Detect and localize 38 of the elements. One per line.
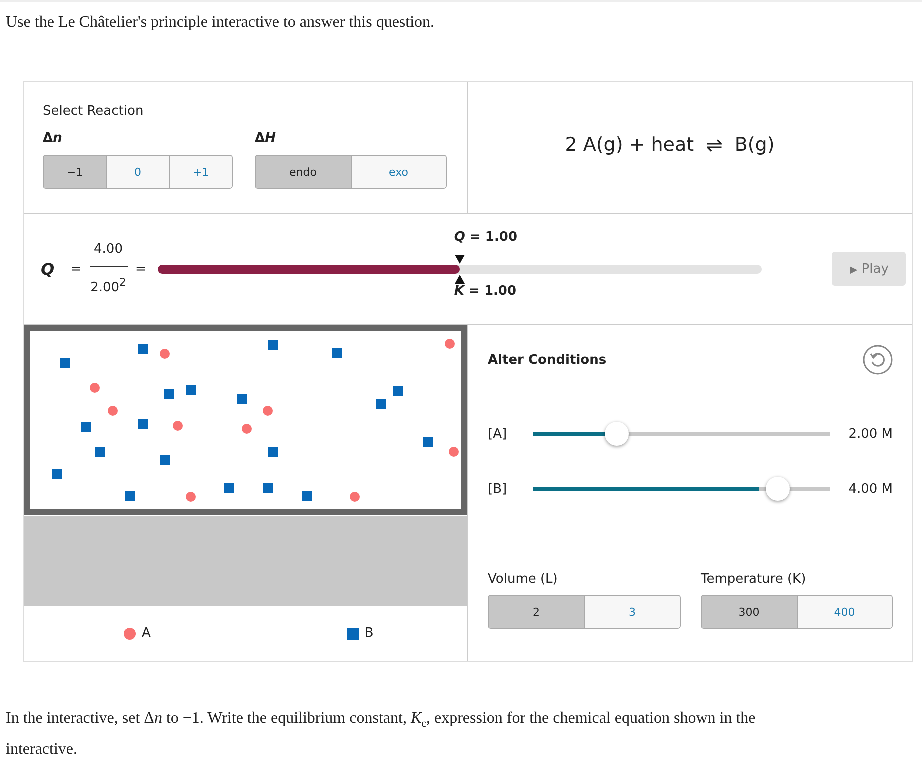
option-button[interactable]: endo (256, 156, 350, 188)
slider-reading: 2.00 M (848, 426, 893, 442)
slider-reading: 4.00 M (848, 482, 893, 496)
numerator: 4.00 (94, 242, 123, 258)
option-button[interactable]: 2 (489, 596, 584, 628)
option-button[interactable]: 3 (584, 596, 680, 628)
equals-sign: = (70, 262, 82, 276)
question-text: In the interactive, set Δn to −1. Write the equilibrium constant, K$_{c}$, expression for the chemical equation shown in the interactive. (6, 709, 757, 757)
option-button[interactable]: 0 (106, 156, 169, 188)
k-value: K = 1.00 (454, 284, 517, 298)
group-label: ΔH (255, 131, 277, 148)
legend-label: B (364, 626, 374, 641)
option-button[interactable]: exo (350, 156, 446, 188)
up-triangle-icon (455, 274, 466, 284)
legend-label: A (142, 626, 151, 641)
q-symbol: Q (41, 260, 55, 278)
instruction-text: Use the Le Châtelier's principle interactive to answer this question. (6, 14, 436, 32)
section-title: Select Reaction (43, 104, 145, 119)
group-label: Temperature (K) (701, 572, 808, 587)
option-button[interactable]: +1 (169, 156, 232, 188)
slider-label: [A] (488, 426, 508, 442)
reset-icon[interactable] (863, 345, 893, 375)
option-button[interactable]: 400 (796, 596, 892, 628)
option-button[interactable]: 300 (702, 596, 796, 628)
down-triangle-icon (455, 254, 466, 264)
equation-text: B(g) (734, 134, 775, 156)
q-value: Q = 1.00 (454, 230, 518, 244)
equation-text: 2 A(g) + heat (565, 134, 694, 156)
group-label: Volume (L) (488, 572, 559, 587)
group-label: Δn (43, 131, 64, 148)
slider-thumb[interactable] (604, 422, 629, 446)
section-title: Alter Conditions (488, 352, 607, 368)
slider-thumb[interactable] (766, 477, 790, 501)
slider-label: [B] (488, 482, 508, 496)
option-button[interactable]: −1 (44, 156, 106, 188)
denominator: 2.00$^{2}$ (90, 276, 126, 296)
equals-sign: = (136, 262, 146, 276)
equilibrium-arrow: ⇌ (706, 132, 723, 156)
